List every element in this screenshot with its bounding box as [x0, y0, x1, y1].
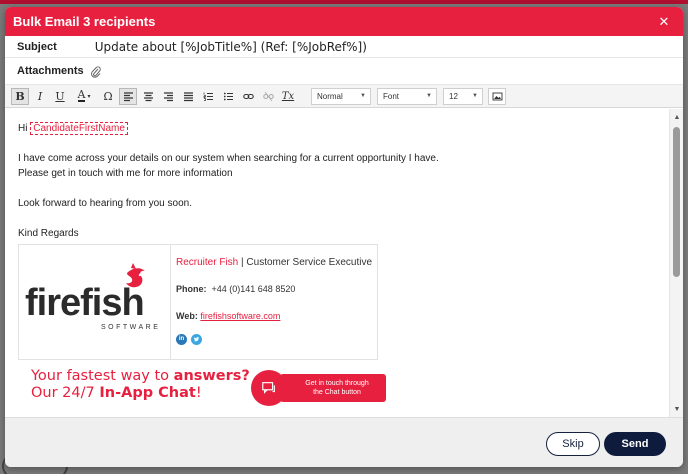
bullet-list-button[interactable] [219, 88, 237, 105]
greeting-line: Hi CandidateFirstName [18, 121, 655, 136]
chat-cta-line-1: Get in touch through [305, 380, 369, 387]
align-left-button[interactable] [119, 87, 137, 105]
omega-icon: Ω [103, 89, 113, 103]
email-body-editor[interactable]: Hi CandidateFirstName I have come across… [5, 109, 683, 417]
merge-field-candidate-first-name[interactable]: CandidateFirstName [30, 122, 128, 135]
modal-title: Bulk Email 3 recipients [13, 14, 156, 29]
greeting-text: Hi [18, 123, 28, 134]
chevron-down-icon: ▼ [472, 93, 478, 99]
website-link[interactable]: firefishsoftware.com [200, 311, 280, 321]
insert-image-button[interactable] [488, 87, 506, 105]
attachments-row: Attachments [5, 58, 683, 85]
banner-line-2: Our 24/7 In-App Chat! [31, 385, 250, 402]
logo-wordmark: firefish [25, 282, 144, 324]
body-line-4: Kind Regards [18, 228, 79, 239]
attachments-label: Attachments [17, 65, 84, 77]
signature-title-line: Recruiter Fish | Customer Service Execut… [176, 255, 372, 270]
chevron-down-icon: ▼ [360, 93, 366, 99]
numbered-list-button[interactable] [199, 88, 217, 105]
skip-button[interactable]: Skip [546, 432, 600, 456]
web-label: Web: [176, 311, 198, 321]
signature-web-line: Web: firefishsoftware.com [176, 309, 372, 324]
close-icon[interactable]: ✕ [657, 14, 671, 30]
underline-glyph: U [55, 89, 65, 103]
body-line-3: Look forward to hearing from you soon. [18, 198, 192, 209]
signature-company: Recruiter Fish [176, 257, 239, 268]
bullet-list-icon [223, 92, 233, 100]
background-header-strip [0, 0, 688, 4]
linkedin-icon[interactable]: in [176, 334, 187, 345]
banner-line-2-bold: In-App Chat [99, 385, 196, 401]
font-select-value: Font [383, 91, 400, 101]
numbered-list-icon [203, 92, 213, 101]
email-signature: firefish SOFTWARE Recruiter Fish | Custo… [18, 244, 378, 360]
subject-row: Subject Update about [%JobTitle%] (Ref: … [5, 36, 683, 58]
modal-footer: Skip Send [5, 417, 683, 467]
clear-format-button[interactable]: Tx [279, 88, 297, 105]
format-select-value: Normal [317, 91, 343, 101]
font-select[interactable]: Font ▼ [377, 87, 437, 105]
align-center-button[interactable] [139, 88, 157, 105]
bulk-email-modal: Bulk Email 3 recipients ✕ Subject Update… [5, 7, 683, 467]
clear-format-icon: Tx [281, 90, 295, 102]
link-icon [242, 93, 254, 99]
phone-label: Phone: [176, 284, 207, 294]
logo-subtext: SOFTWARE [101, 324, 160, 331]
font-color-button[interactable]: A ▾ [71, 88, 97, 105]
chat-cta-pill: Get in touch through the Chat button [280, 374, 386, 402]
special-char-button[interactable]: Ω [99, 88, 117, 105]
signature-phone-line: Phone: +44 (0)141 648 8520 [176, 282, 372, 297]
editor-scrollbar[interactable]: ▲ ▼ [669, 109, 683, 417]
modal-header: Bulk Email 3 recipients ✕ [5, 7, 683, 36]
bold-button[interactable]: B [11, 87, 29, 105]
font-color-glyph: A [77, 88, 86, 102]
signature-separator: | [241, 257, 244, 268]
body-line-2: Please get in touch with me for more inf… [18, 168, 233, 179]
link-button[interactable] [239, 88, 257, 105]
chevron-down-icon: ▾ [87, 92, 91, 100]
paperclip-icon[interactable] [90, 65, 102, 78]
chat-promo-banner[interactable]: Your fastest way to answers? Our 24/7 In… [18, 368, 398, 408]
send-button[interactable]: Send [604, 432, 666, 456]
phone-value: +44 (0)141 648 8520 [211, 284, 296, 294]
align-left-icon [123, 91, 133, 101]
signature-details: Recruiter Fish | Customer Service Execut… [171, 245, 372, 359]
banner-line-1-bold: answers? [173, 368, 250, 384]
justify-button[interactable] [179, 88, 197, 105]
chat-bubble-icon [251, 370, 287, 406]
chat-cta-line-2: the Chat button [313, 389, 361, 396]
firefish-logo: firefish SOFTWARE [19, 245, 171, 359]
image-icon [492, 92, 502, 100]
chevron-down-icon: ▼ [426, 93, 432, 99]
italic-glyph: I [37, 89, 43, 103]
subject-input[interactable]: Update about [%JobTitle%] (Ref: [%JobRef… [95, 40, 367, 54]
banner-line-2-end: ! [195, 385, 202, 401]
align-right-button[interactable] [159, 88, 177, 105]
banner-line-1-plain: Your fastest way to [31, 368, 174, 384]
scroll-up-icon[interactable]: ▲ [670, 111, 683, 123]
align-justify-icon [183, 91, 193, 101]
body-line-1: I have come across your details on our s… [18, 153, 439, 164]
bold-glyph: B [15, 89, 25, 103]
align-center-icon [143, 91, 153, 101]
scrollbar-thumb[interactable] [673, 127, 680, 277]
format-select[interactable]: Normal ▼ [311, 87, 371, 105]
banner-line-2-plain: Our 24/7 [31, 385, 100, 401]
unlink-icon [262, 91, 274, 101]
align-right-icon [163, 91, 173, 101]
scroll-down-icon[interactable]: ▼ [670, 403, 683, 415]
italic-button[interactable]: I [31, 88, 49, 105]
social-links: in [176, 334, 372, 345]
twitter-icon[interactable] [191, 334, 202, 345]
banner-line-1: Your fastest way to answers? [31, 368, 250, 385]
font-size-select[interactable]: 12 ▼ [443, 87, 483, 105]
signature-role: Customer Service Executive [246, 257, 373, 268]
unlink-button[interactable] [259, 88, 277, 105]
editor-toolbar: B I U A ▾ Ω Tx Normal ▼ Font ▼ 12 ▼ [5, 85, 683, 108]
subject-label: Subject [17, 40, 57, 53]
banner-text: Your fastest way to answers? Our 24/7 In… [31, 368, 250, 402]
underline-button[interactable]: U [51, 88, 69, 105]
font-size-value: 12 [449, 91, 458, 101]
